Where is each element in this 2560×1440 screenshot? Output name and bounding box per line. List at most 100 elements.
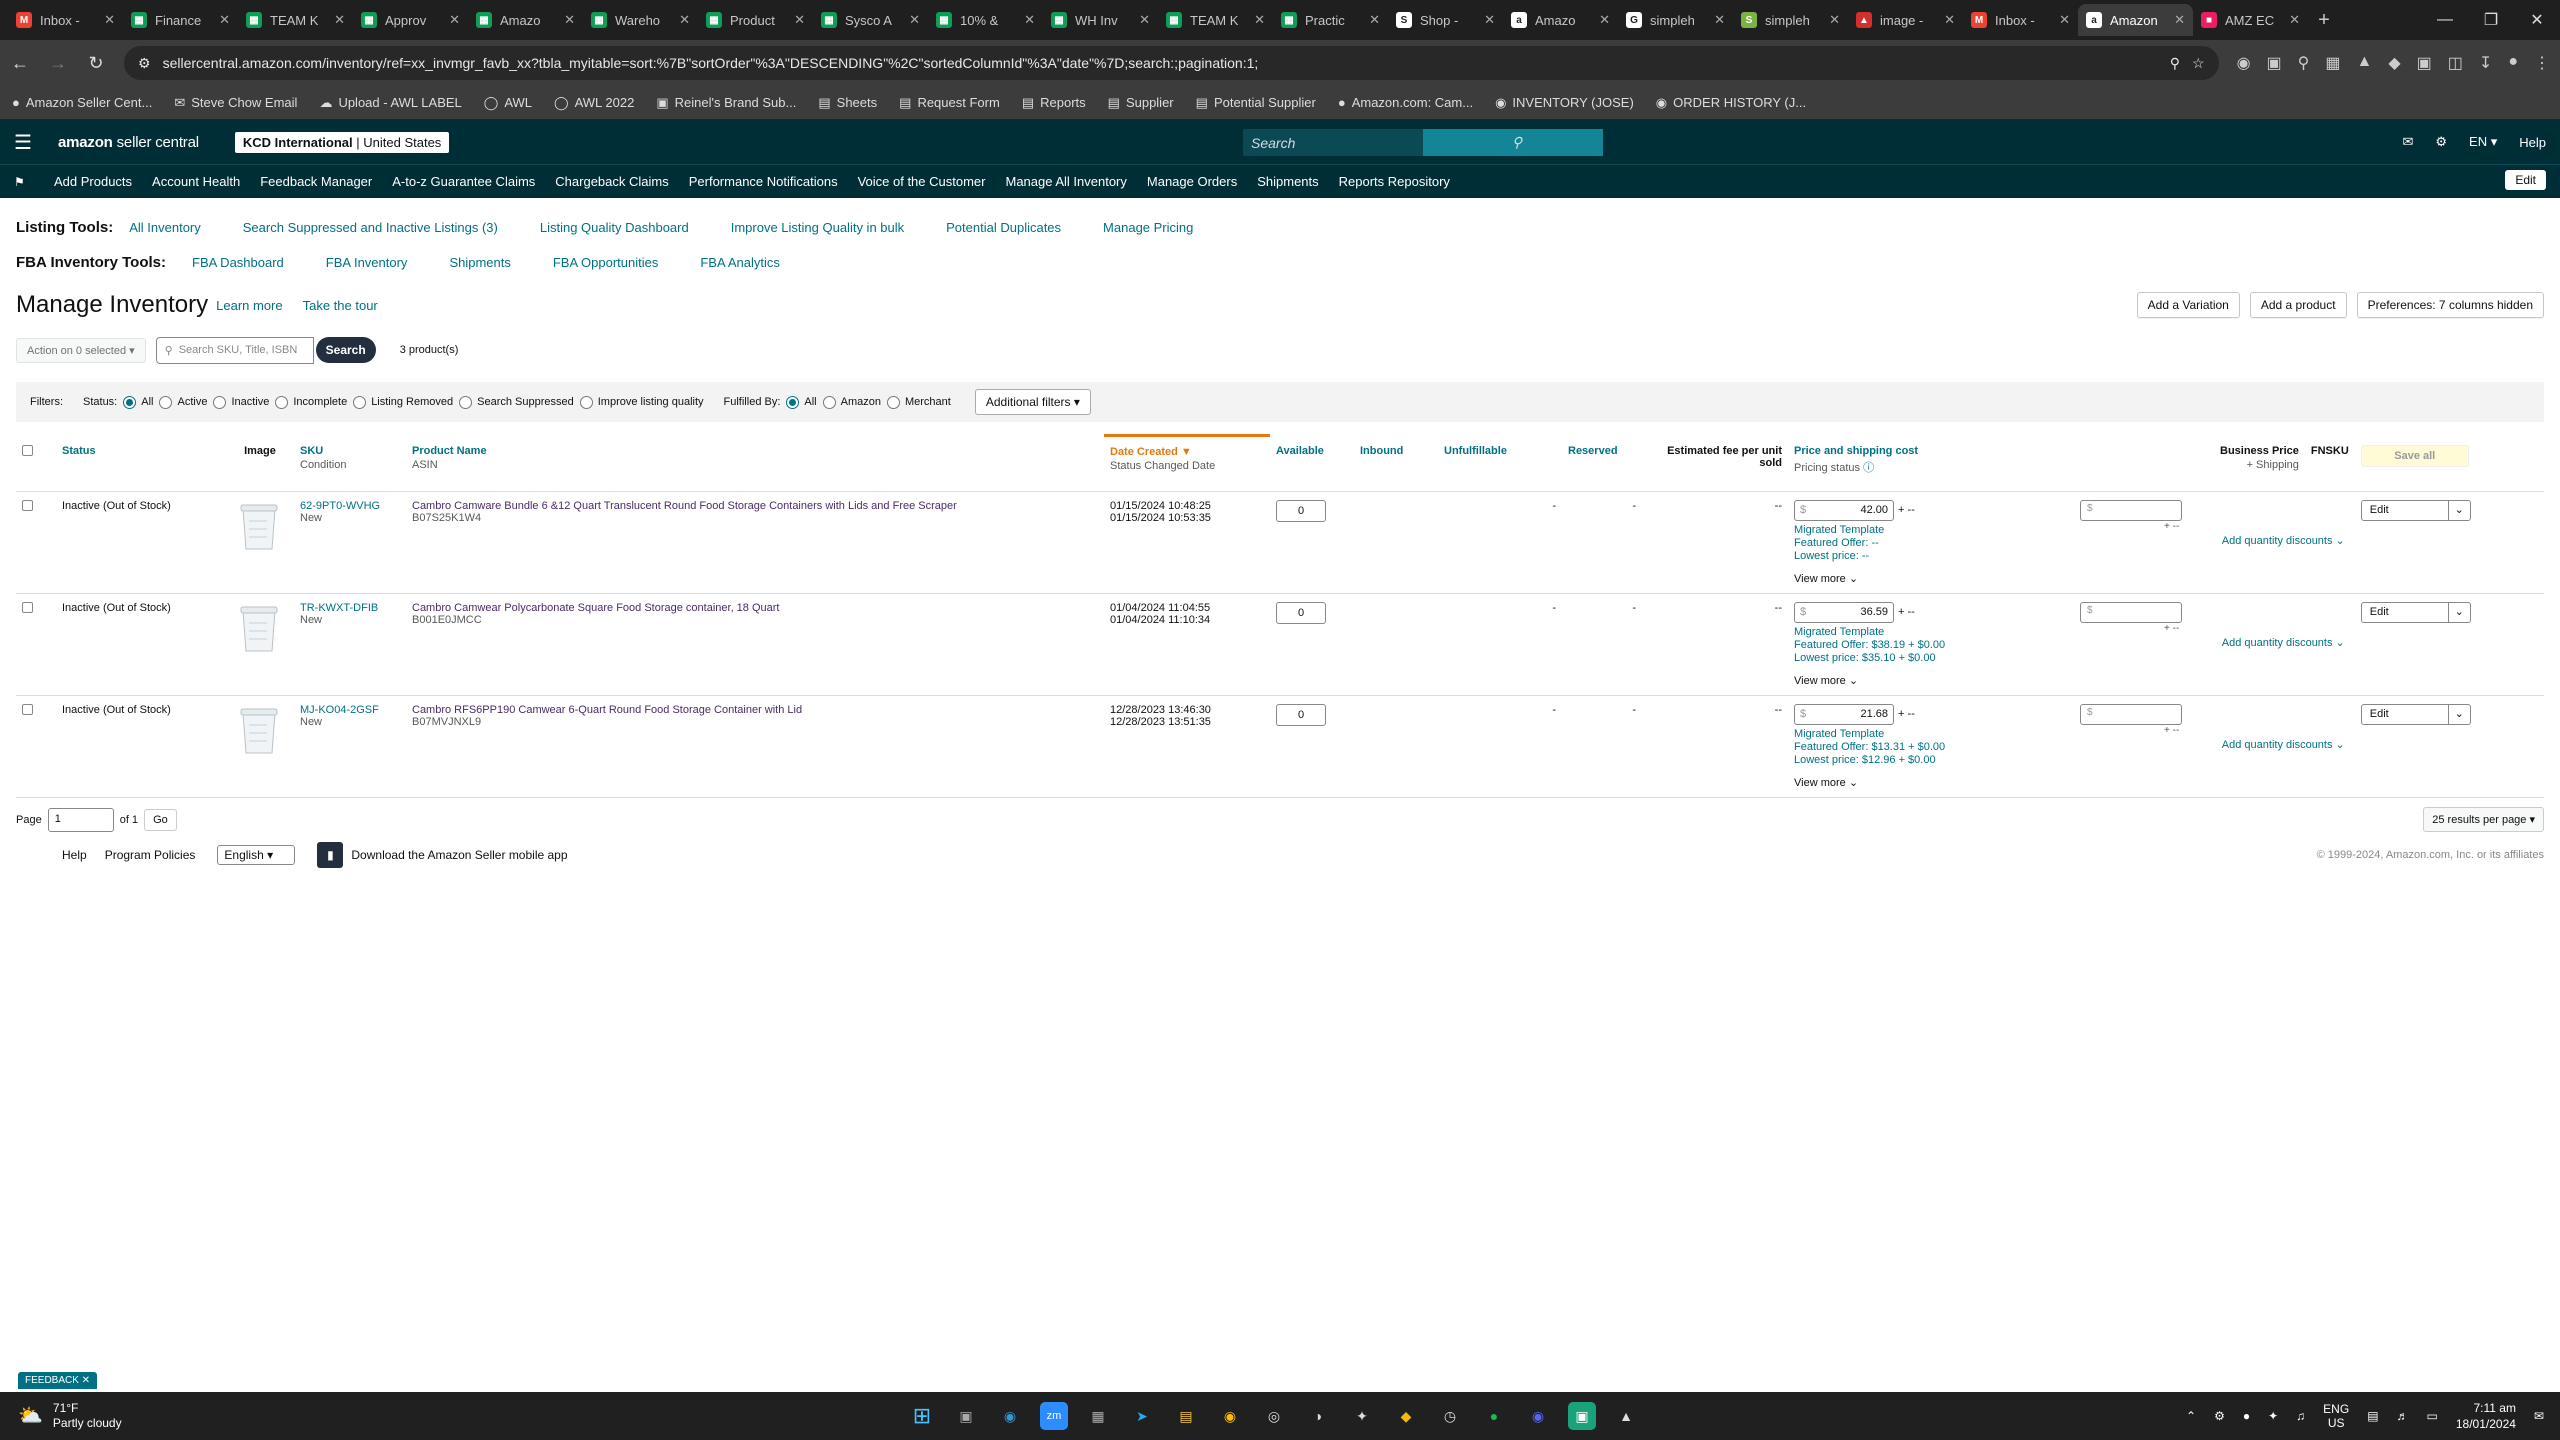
bulk-action-select[interactable]: Action on 0 selected ▾ <box>16 337 146 363</box>
header-unfulfillable[interactable]: Unfulfillable <box>1438 435 1562 492</box>
header-price[interactable]: Price and shipping cost Pricing status ⓘ <box>1788 435 2214 492</box>
inventory-search-button[interactable]: Search <box>315 337 376 363</box>
chevron-down-icon[interactable]: ⌄ <box>2447 500 2470 520</box>
business-price-input[interactable]: $ <box>2080 601 2182 623</box>
obs-icon[interactable]: ◎ <box>1260 1402 1288 1430</box>
status-filter-option[interactable]: Active <box>159 395 207 409</box>
file-explorer-icon[interactable]: ▤ <box>1172 1402 1200 1430</box>
fba-tool-link[interactable]: FBA Dashboard <box>192 255 284 270</box>
edit-button[interactable]: Edit ⌄ <box>2360 703 2471 725</box>
app-icon[interactable]: ▣ <box>1568 1402 1596 1430</box>
browser-tab[interactable]: a Amazon ✕ <box>2078 4 2193 36</box>
bookmark-item[interactable]: ▤ Reports <box>1022 95 1086 111</box>
additional-filters-button[interactable]: Additional filters ▾ <box>974 389 1091 415</box>
telegram-icon[interactable]: ➤ <box>1128 1402 1156 1430</box>
tab-close-icon[interactable]: ✕ <box>1484 12 1495 28</box>
spotify-icon[interactable]: ● <box>1480 1402 1508 1430</box>
radio-button[interactable] <box>459 395 473 409</box>
listing-tool-link[interactable]: Listing Quality Dashboard <box>540 220 689 235</box>
extension-icon[interactable]: ◉ <box>2237 53 2251 73</box>
tab-close-icon[interactable]: ✕ <box>2059 12 2070 28</box>
listing-tool-link[interactable]: Improve Listing Quality in bulk <box>731 220 904 235</box>
forward-icon[interactable]: → <box>48 53 68 74</box>
settings-gear-icon[interactable]: ⚙ <box>2435 134 2447 150</box>
sku-link[interactable]: 62-9PT0-WVHG <box>300 500 380 512</box>
header-date[interactable]: Date Created ▼ Status Changed Date <box>1104 434 1270 492</box>
sku-link[interactable]: TR-KWXT-DFIB <box>300 602 378 614</box>
browser-tab[interactable]: ▦ Practic ✕ <box>1273 4 1388 36</box>
footer-language-select[interactable]: English ▾ <box>217 844 296 865</box>
view-more-link[interactable]: View more ⌄ <box>1794 776 2208 789</box>
product-image[interactable] <box>232 500 286 554</box>
browser-tab[interactable]: ▦ Sysco A ✕ <box>813 4 928 36</box>
nav-item[interactable]: Performance Notifications <box>689 174 838 189</box>
url-bar[interactable]: ⚙ sellercentral.amazon.com/inventory/ref… <box>124 46 2219 80</box>
status-filter-option[interactable]: Listing Removed <box>353 395 453 409</box>
page-go-button[interactable]: Go <box>144 808 177 831</box>
restore-icon[interactable]: ❐ <box>2468 0 2514 40</box>
status-filter-option[interactable]: Incomplete <box>275 395 347 409</box>
radio-button[interactable] <box>159 395 173 409</box>
row-checkbox[interactable] <box>22 601 33 613</box>
footer-policies-link[interactable]: Program Policies <box>105 848 196 862</box>
nav-item[interactable]: Voice of the Customer <box>858 174 986 189</box>
available-input[interactable]: 0 <box>1276 499 1326 522</box>
nav-item[interactable]: Account Health <box>152 174 240 189</box>
info-icon[interactable]: ⓘ <box>1863 462 1874 474</box>
browser-tab[interactable]: ▲ image - ✕ <box>1848 4 1963 36</box>
price-input[interactable]: $42.00 <box>1794 499 1894 521</box>
network-icon[interactable]: ▤ <box>2367 1409 2378 1423</box>
tray-app-icon[interactable]: ● <box>2243 1409 2250 1423</box>
fba-tool-link[interactable]: FBA Opportunities <box>553 255 659 270</box>
mail-icon[interactable]: ✉ <box>2402 134 2413 150</box>
extension-icon[interactable]: ⚲ <box>2298 53 2310 73</box>
browser-tab[interactable]: M Inbox - ✕ <box>8 4 123 36</box>
radio-button[interactable] <box>123 395 137 409</box>
header-sku[interactable]: SKU Condition <box>294 435 406 492</box>
tab-close-icon[interactable]: ✕ <box>2174 12 2185 28</box>
menu-kebab-icon[interactable]: ⋮ <box>2534 53 2550 73</box>
app-icon[interactable]: ▲ <box>1612 1402 1640 1430</box>
fulfilled-filter-option[interactable]: All <box>786 395 817 409</box>
bookmark-star-icon[interactable]: ☆ <box>2192 55 2205 72</box>
status-filter-option[interactable]: Improve listing quality <box>579 395 704 409</box>
tab-close-icon[interactable]: ✕ <box>1254 12 1265 28</box>
microphone-icon[interactable]: ♫ <box>2296 1409 2305 1423</box>
radio-button[interactable] <box>822 395 836 409</box>
tab-close-icon[interactable]: ✕ <box>794 12 805 28</box>
radio-button[interactable] <box>275 395 289 409</box>
bookmark-item[interactable]: ▤ Sheets <box>818 95 877 111</box>
browser-tab[interactable]: ▦ TEAM K ✕ <box>1158 4 1273 36</box>
tray-app-icon[interactable]: ✦ <box>2268 1409 2278 1423</box>
windows-start-icon[interactable]: ⊞ <box>908 1402 936 1430</box>
help-link[interactable]: Help <box>2519 135 2546 150</box>
tab-close-icon[interactable]: ✕ <box>1944 12 1955 28</box>
file-icon[interactable]: ▣ <box>952 1402 980 1430</box>
discord-icon[interactable]: ◉ <box>1524 1402 1552 1430</box>
available-input[interactable]: 0 <box>1276 703 1326 726</box>
binance-icon[interactable]: ◆ <box>1392 1402 1420 1430</box>
page-number-input[interactable]: 1 <box>47 807 114 832</box>
clock[interactable]: 7:11 am 18/01/2024 <box>2456 1400 2516 1432</box>
business-price-input[interactable]: $ <box>2080 703 2182 725</box>
nav-item[interactable]: Reports Repository <box>1339 174 1450 189</box>
nav-item[interactable]: Add Products <box>54 174 132 189</box>
fulfilled-filter-option[interactable]: Merchant <box>886 395 951 409</box>
add-quantity-discounts-link[interactable]: Add quantity discounts ⌄ <box>2040 534 2349 547</box>
listing-tool-link[interactable]: Search Suppressed and Inactive Listings … <box>243 220 498 235</box>
browser-tab[interactable]: ▦ WH Inv ✕ <box>1043 4 1158 36</box>
language-indicator[interactable]: ENG US <box>2323 1402 2349 1430</box>
tab-close-icon[interactable]: ✕ <box>334 12 345 28</box>
tab-close-icon[interactable]: ✕ <box>564 12 575 28</box>
profile-icon[interactable]: ● <box>2508 53 2518 73</box>
tab-close-icon[interactable]: ✕ <box>1829 12 1840 28</box>
tab-close-icon[interactable]: ✕ <box>2289 12 2300 28</box>
take-tour-link[interactable]: Take the tour <box>303 298 378 313</box>
notifications-icon[interactable]: ✉ <box>2534 1409 2544 1423</box>
preferences-button[interactable]: Preferences: 7 columns hidden <box>2356 292 2544 318</box>
product-name-link[interactable]: Cambro RFS6PP190 Camwear 6-Quart Round F… <box>412 704 802 716</box>
available-input[interactable]: 0 <box>1276 601 1326 624</box>
browser-tab[interactable]: S Shop - ✕ <box>1388 4 1503 36</box>
add-quantity-discounts-link[interactable]: Add quantity discounts ⌄ <box>2040 636 2349 649</box>
app-icon[interactable]: ◑ <box>1304 1402 1332 1430</box>
